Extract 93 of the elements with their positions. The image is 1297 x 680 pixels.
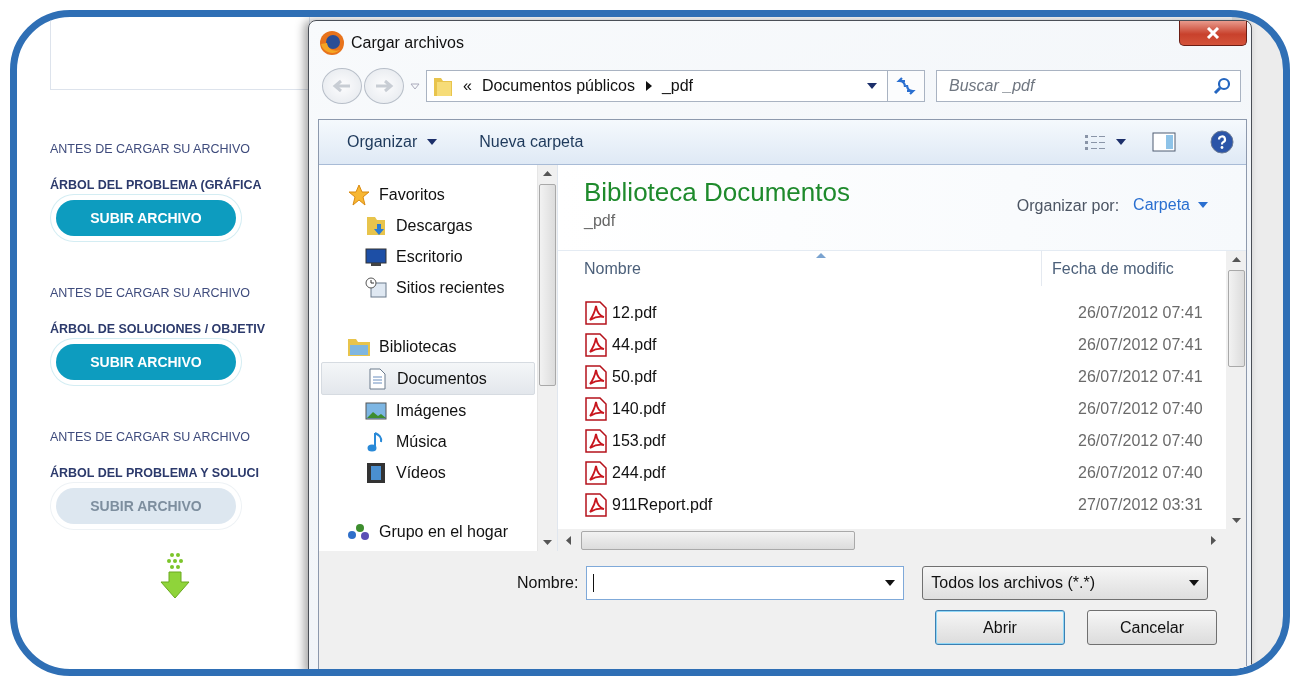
arrange-label: Organizar por: [1016, 197, 1120, 215]
caret-icon [427, 139, 438, 145]
file-date: 26/07/2012 07:40 [1077, 464, 1203, 482]
film-icon [366, 461, 386, 484]
pdf-file-icon [584, 333, 608, 357]
new-folder-button[interactable]: Nueva carpeta [469, 129, 594, 155]
nav-item[interactable]: Descargas [321, 210, 537, 241]
download-arrow-icon [160, 552, 190, 600]
file-date: 27/07/2012 03:31 [1077, 496, 1203, 514]
scrollbar[interactable] [537, 165, 557, 551]
file-name[interactable]: 140.pdf [612, 400, 666, 418]
sort-arrow-icon [816, 253, 826, 258]
scroll-right-icon[interactable] [1211, 535, 1216, 545]
scrollbar[interactable] [1226, 251, 1246, 529]
instruction-text: ANTES DE CARGAR SU ARCHIVO [50, 286, 251, 300]
download-folder-icon [365, 214, 387, 237]
file-name[interactable]: 911Report.pdf [612, 496, 713, 514]
image-icon [365, 401, 387, 420]
open-button[interactable]: Abrir [935, 610, 1065, 645]
search-field[interactable]: Buscar _pdf [936, 70, 1241, 102]
monitor-icon [365, 246, 387, 267]
forward-arrow-icon [374, 79, 394, 93]
instruction-text: ANTES DE CARGAR SU ARCHIVO [50, 430, 251, 444]
browser-icon [319, 30, 345, 56]
nav-item[interactable]: Favoritos [321, 179, 537, 210]
close-icon [1206, 27, 1220, 39]
nav-item[interactable]: Bibliotecas [321, 331, 537, 362]
search-icon [1213, 77, 1231, 95]
pdf-file-icon [584, 301, 608, 325]
file-name[interactable]: 50.pdf [612, 368, 657, 386]
library-title: Biblioteca Documentos [584, 177, 850, 208]
instruction-text: ANTES DE CARGAR SU ARCHIVO [50, 142, 251, 156]
breadcrumb-item[interactable]: Documentos públicos [481, 77, 635, 95]
file-name-field[interactable] [586, 566, 905, 600]
folder-icon [347, 336, 371, 357]
nav-item[interactable]: Sitios recientes [321, 272, 537, 303]
nav-item[interactable]: Imágenes [321, 395, 537, 426]
caret-icon[interactable] [1116, 139, 1126, 145]
library-subtitle: _pdf [584, 212, 617, 230]
scroll-up-icon[interactable] [543, 171, 552, 176]
caret-icon [1189, 580, 1200, 586]
nav-item[interactable]: Grupo en el hogar [321, 516, 537, 547]
section-title: ÁRBOL DE SOLUCIONES / OBJETIV [50, 322, 266, 336]
file-date: 26/07/2012 07:41 [1077, 368, 1203, 386]
scroll-down-icon[interactable] [543, 540, 552, 545]
help-icon[interactable] [1210, 130, 1234, 154]
nav-item[interactable]: Música [321, 426, 537, 457]
file-name[interactable]: 153.pdf [612, 432, 666, 450]
star-icon [348, 183, 370, 206]
caret-icon[interactable] [885, 580, 896, 586]
arrange-dropdown[interactable]: Carpeta [1131, 194, 1210, 216]
folder-icon [433, 75, 453, 97]
nav-item[interactable]: Documentos [321, 362, 535, 395]
file-date: 26/07/2012 07:40 [1077, 432, 1203, 450]
file-date: 26/07/2012 07:41 [1077, 336, 1203, 354]
back-arrow-icon [332, 79, 352, 93]
file-date: 26/07/2012 07:41 [1077, 304, 1203, 322]
file-name[interactable]: 44.pdf [612, 336, 657, 354]
breadcrumb-arrow-icon[interactable] [644, 81, 652, 91]
pdf-file-icon [584, 397, 608, 421]
recent-places-icon [365, 276, 387, 299]
scroll-left-icon[interactable] [566, 535, 571, 545]
pdf-file-icon [584, 493, 608, 517]
pdf-file-icon [584, 461, 608, 485]
file-name[interactable]: 12.pdf [612, 304, 657, 322]
file-name[interactable]: 244.pdf [612, 464, 666, 482]
nav-item[interactable]: Escritorio [321, 241, 537, 272]
caret-icon [1198, 202, 1208, 208]
organize-menu[interactable]: Organizar [337, 129, 448, 155]
section-title: ÁRBOL DEL PROBLEMA Y SOLUCI [50, 466, 260, 480]
document-icon [367, 367, 387, 390]
window-title: Cargar archivos [351, 34, 464, 52]
scroll-up-icon[interactable] [1231, 257, 1241, 262]
address-bar[interactable]: « Documentos públicos _pdf [426, 70, 888, 102]
network-icon [347, 521, 371, 542]
pdf-file-icon [584, 429, 608, 453]
file-date: 26/07/2012 07:40 [1077, 400, 1203, 418]
file-type-dropdown[interactable]: Todos los archivos (*.*) [922, 566, 1209, 600]
close-button[interactable] [1179, 21, 1247, 46]
view-list-icon[interactable] [1084, 133, 1106, 151]
section-title: ÁRBOL DEL PROBLEMA (GRÁFICA [50, 178, 262, 192]
dropdown-caret-icon[interactable] [867, 83, 877, 89]
nav-item[interactable]: Vídeos [321, 457, 537, 488]
refresh-arrows-icon [895, 77, 917, 95]
horizontal-scrollbar[interactable] [558, 529, 1246, 551]
file-name-label: Nombre: [517, 574, 579, 592]
scroll-down-icon[interactable] [1231, 518, 1241, 523]
breadcrumb-prefix[interactable]: « [463, 77, 472, 95]
pdf-file-icon [584, 365, 608, 389]
cancel-button[interactable]: Cancelar [1087, 610, 1217, 645]
breadcrumb-item[interactable]: _pdf [661, 77, 693, 95]
refresh-button[interactable] [888, 70, 925, 102]
column-header[interactable]: Fecha de modific [1042, 259, 1174, 278]
